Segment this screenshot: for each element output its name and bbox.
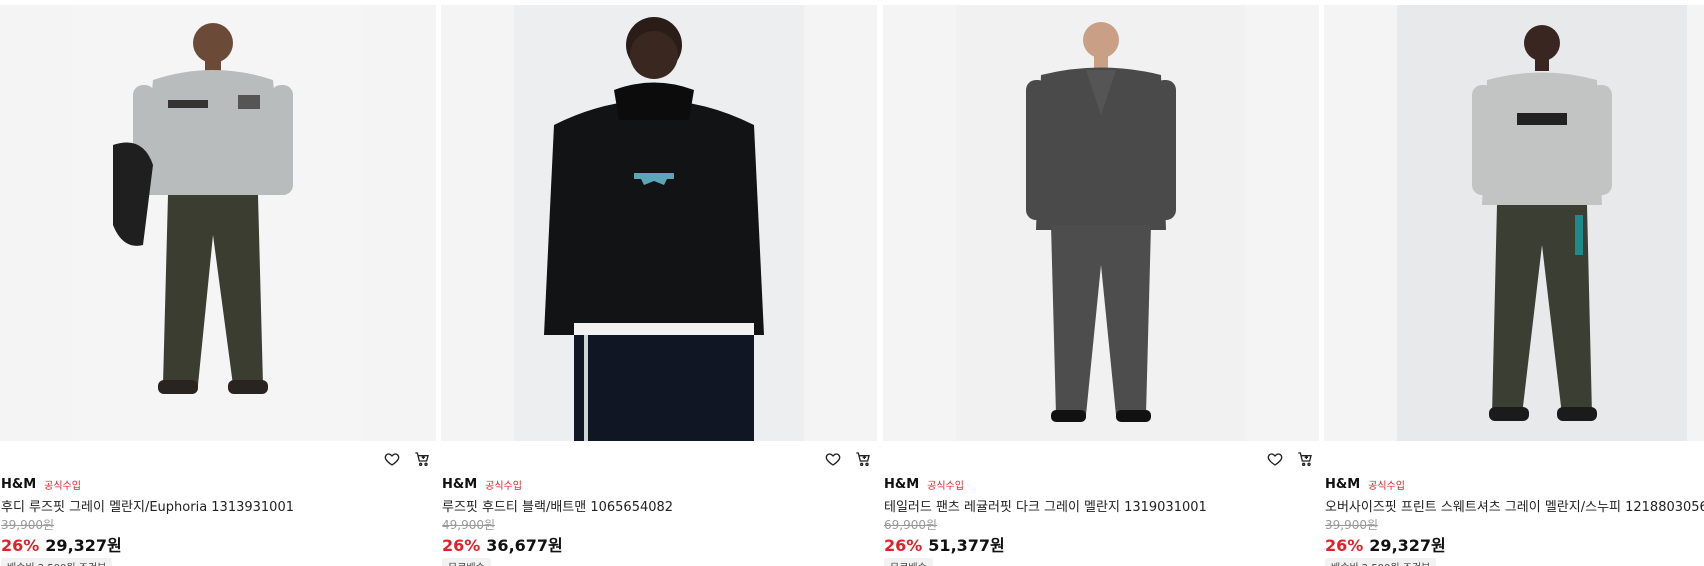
product-title[interactable]: 오버사이즈핏 프린트 스웨트셔츠 그레이 멜란지/스누피 1218803056 (1325, 496, 1704, 515)
cart-icon[interactable] (412, 449, 432, 469)
price-row: 26% 51,377원 (884, 532, 1005, 556)
brand-row: H&M 공식수입 (884, 476, 964, 492)
shipping-badge: 배송비 2,500원 조건부 (1325, 558, 1437, 566)
official-import-tag: 공식수입 (927, 480, 964, 492)
product-title[interactable]: 후디 루즈핏 그레이 멜란지/Euphoria 1313931001 (1, 496, 294, 515)
original-price: 49,900원 (442, 518, 496, 532)
product-title[interactable]: 루즈핏 후드티 블랙/배트맨 1065654082 (442, 496, 673, 515)
discount-rate: 26% (884, 536, 923, 555)
brand-name[interactable]: H&M (442, 477, 477, 492)
product-image[interactable] (1324, 5, 1704, 441)
product-title[interactable]: 테일러드 팬츠 레귤러핏 다크 그레이 멜란지 1319031001 (884, 496, 1207, 515)
original-price: 39,900원 (1325, 518, 1379, 532)
original-price: 39,900원 (1, 518, 55, 532)
product-card[interactable]: H&M 공식수입 후디 루즈핏 그레이 멜란지/Euphoria 1313931… (0, 0, 436, 566)
discount-rate: 26% (1, 536, 40, 555)
product-photo (1397, 5, 1687, 441)
product-grid: H&M 공식수입 후디 루즈핏 그레이 멜란지/Euphoria 1313931… (0, 0, 1704, 566)
product-card[interactable]: H&M 공식수입 오버사이즈핏 프린트 스웨트셔츠 그레이 멜란지/스누피 12… (1324, 0, 1704, 566)
heart-icon[interactable] (823, 449, 843, 469)
official-import-tag: 공식수입 (44, 480, 81, 492)
discount-rate: 26% (1325, 536, 1364, 555)
official-import-tag: 공식수입 (1368, 480, 1405, 492)
price-row: 26% 29,327원 (1325, 532, 1446, 556)
product-photo (956, 5, 1246, 441)
product-image[interactable] (441, 5, 877, 441)
product-card[interactable]: H&M 공식수입 루즈핏 후드티 블랙/배트맨 1065654082 49,90… (441, 0, 877, 566)
brand-name[interactable]: H&M (1325, 477, 1360, 492)
brand-row: H&M 공식수입 (1325, 476, 1405, 492)
product-photo (73, 5, 363, 441)
brand-row: H&M 공식수입 (442, 476, 522, 492)
cart-icon[interactable] (853, 449, 873, 469)
product-image[interactable] (0, 5, 436, 441)
cart-icon[interactable] (1295, 449, 1315, 469)
product-card[interactable]: H&M 공식수입 테일러드 팬츠 레귤러핏 다크 그레이 멜란지 1319031… (883, 0, 1319, 566)
shipping-badge: 무료배송 (884, 558, 933, 566)
sale-price: 51,377원 (928, 536, 1005, 555)
card-actions (823, 449, 873, 469)
heart-icon[interactable] (1265, 449, 1285, 469)
discount-rate: 26% (442, 536, 481, 555)
shipping-badge: 배송비 2,500원 조건부 (1, 558, 113, 566)
brand-row: H&M 공식수입 (1, 476, 81, 492)
shipping-badge: 무료배송 (442, 558, 491, 566)
brand-name[interactable]: H&M (1, 477, 36, 492)
sale-price: 29,327원 (45, 536, 122, 555)
card-actions (1265, 449, 1315, 469)
product-image[interactable] (883, 5, 1319, 441)
heart-icon[interactable] (382, 449, 402, 469)
price-row: 26% 36,677원 (442, 532, 563, 556)
card-actions (382, 449, 432, 469)
sale-price: 29,327원 (1369, 536, 1446, 555)
original-price: 69,900원 (884, 518, 938, 532)
official-import-tag: 공식수입 (485, 480, 522, 492)
sale-price: 36,677원 (486, 536, 563, 555)
price-row: 26% 29,327원 (1, 532, 122, 556)
product-photo (514, 5, 804, 441)
brand-name[interactable]: H&M (884, 477, 919, 492)
